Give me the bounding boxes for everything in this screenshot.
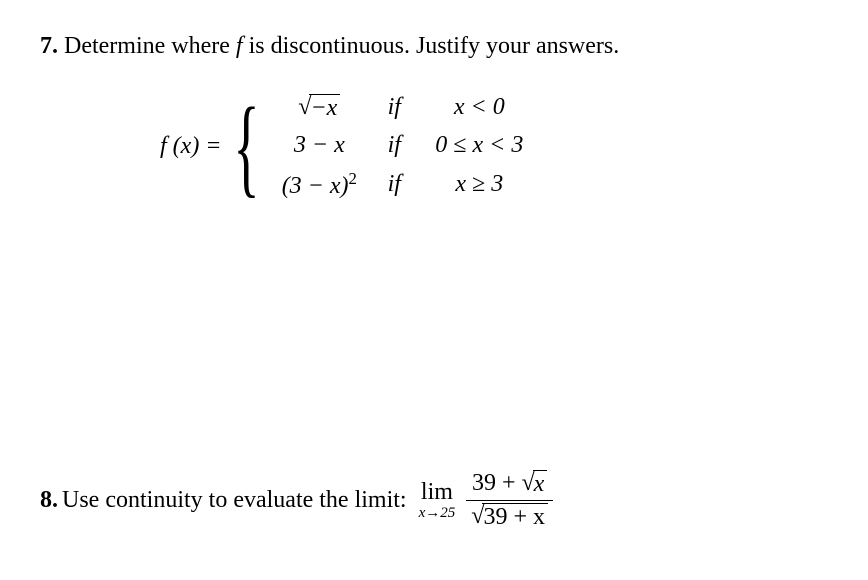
case-3-cond: x ≥ 3 xyxy=(414,171,544,198)
sqrt-arg-2: x xyxy=(533,470,548,497)
case-3-sup: 2 xyxy=(349,169,357,188)
left-brace: { xyxy=(233,97,259,196)
case-2-if: if xyxy=(374,132,414,159)
problem-7-text-2: is discontinuous. Justify your answers. xyxy=(249,33,620,59)
problem-8-statement: 8. Use continuity to evaluate the limit:… xyxy=(40,470,828,530)
limit-lim: lim xyxy=(421,480,453,504)
function-label: f (x) = xyxy=(160,133,222,160)
den-sqrt-text: 39 + x xyxy=(483,504,545,530)
problem-number-7: 7. xyxy=(40,33,58,59)
problem-7-statement: 7. Determine where f is discontinuous. J… xyxy=(40,30,828,64)
piecewise-function: f (x) = { √ −x if x < 0 3 − x if 0 ≤ x <… xyxy=(160,94,544,200)
case-1-if: if xyxy=(374,94,414,121)
sqrt-num: √x xyxy=(521,470,547,497)
problem-8-text: Use continuity to evaluate the limit: xyxy=(62,487,407,514)
sqrt-neg-x: √ −x xyxy=(298,94,340,122)
problem-number-8: 8. xyxy=(40,487,58,514)
case-3-if: if xyxy=(374,171,414,198)
limit-sub: x→25 xyxy=(419,506,456,521)
fraction: 39 + √x √39 + x xyxy=(465,470,554,530)
sqrt-den: √39 + x xyxy=(471,503,548,530)
problem-8: 8. Use continuity to evaluate the limit:… xyxy=(40,470,828,530)
sqrt-arg-1: −x xyxy=(309,94,340,122)
case-row-3: (3 − x)2 if x ≥ 3 xyxy=(264,169,544,200)
case-3-base: (3 − x) xyxy=(282,173,349,199)
problem-7: 7. Determine where f is discontinuous. J… xyxy=(40,30,828,200)
case-3-expr: (3 − x)2 xyxy=(264,169,374,200)
num-const: 39 + xyxy=(472,470,522,496)
case-2-cond: 0 ≤ x < 3 xyxy=(414,132,544,159)
case-row-1: √ −x if x < 0 xyxy=(264,94,544,122)
cases-container: √ −x if x < 0 3 − x if 0 ≤ x < 3 (3 − x)… xyxy=(264,94,544,200)
problem-7-text-1: Determine where xyxy=(64,33,236,59)
fraction-denominator: √39 + x xyxy=(465,501,554,530)
problem-7-fvar: f xyxy=(236,33,249,59)
case-1-cond: x < 0 xyxy=(414,94,544,121)
case-row-2: 3 − x if 0 ≤ x < 3 xyxy=(264,132,544,159)
case-1-expr: √ −x xyxy=(264,94,374,122)
sqrt-arg-3: 39 + x xyxy=(482,503,548,530)
fraction-numerator: 39 + √x xyxy=(466,470,553,500)
case-2-expr: 3 − x xyxy=(264,132,374,159)
limit-expression: lim x→25 xyxy=(419,480,456,521)
